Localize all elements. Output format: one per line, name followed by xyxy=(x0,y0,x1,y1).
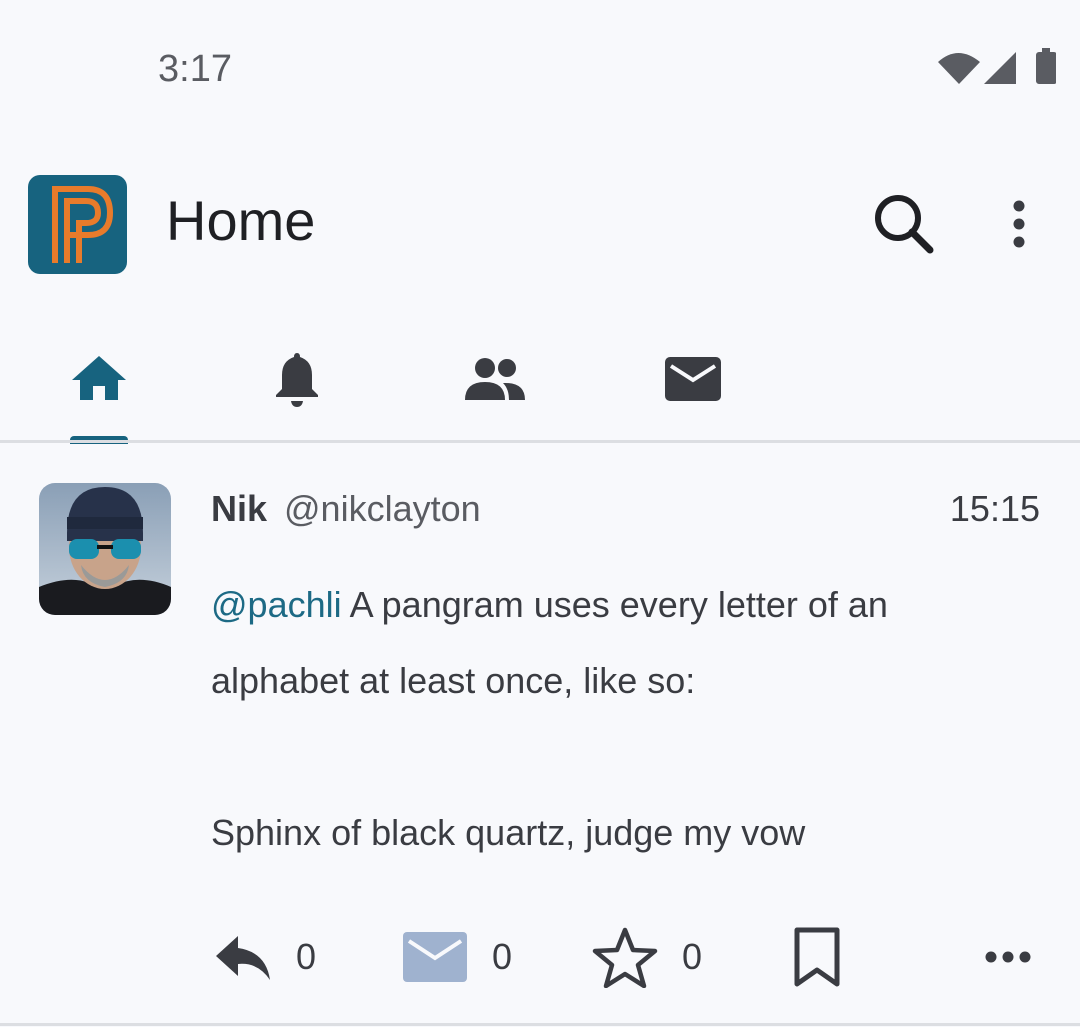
battery-icon xyxy=(1036,48,1057,84)
post-content-line-1: @pachli A pangram uses every letter of a… xyxy=(211,584,888,626)
tab-home[interactable] xyxy=(59,344,139,414)
home-icon xyxy=(72,356,126,400)
page-title: Home xyxy=(166,189,316,252)
tab-people[interactable] xyxy=(455,344,535,414)
mail-icon xyxy=(665,357,721,401)
post-timestamp: 15:15 xyxy=(949,488,1040,529)
signal-icon xyxy=(984,52,1016,84)
people-icon xyxy=(465,358,525,400)
bell-icon xyxy=(276,353,318,407)
post-content-line-2: alphabet at least once, like so: xyxy=(211,660,696,701)
mention-link[interactable]: @pachli xyxy=(211,584,342,625)
reply-count: 0 xyxy=(296,936,317,977)
favourite-count: 0 xyxy=(682,936,703,977)
post-username[interactable]: @nikclayton xyxy=(284,488,481,530)
direct-message-button[interactable]: 0 xyxy=(402,925,512,989)
status-bar-icons xyxy=(936,48,1057,88)
reply-icon xyxy=(216,936,270,980)
bookmark-icon xyxy=(794,927,840,987)
tab-divider xyxy=(0,440,1080,443)
more-vert-icon xyxy=(1013,200,1025,248)
search-icon xyxy=(875,195,934,254)
pachli-logo-icon xyxy=(52,186,114,263)
more-actions-button[interactable] xyxy=(983,925,1033,989)
app-logo xyxy=(28,175,127,274)
post-content-line-3: Sphinx of black quartz, judge my vow xyxy=(211,812,806,853)
bookmark-button[interactable] xyxy=(793,925,841,989)
dm-count: 0 xyxy=(492,936,513,977)
tab-notifications[interactable] xyxy=(257,344,337,414)
overflow-menu-button[interactable] xyxy=(996,196,1042,256)
avatar[interactable] xyxy=(39,483,171,615)
post-display-name[interactable]: Nik xyxy=(211,488,267,530)
reply-button[interactable]: 0 xyxy=(214,925,316,989)
post-divider xyxy=(0,1023,1080,1026)
status-bar-time: 3:17 xyxy=(158,48,232,90)
favourite-button[interactable]: 0 xyxy=(592,925,702,989)
search-button[interactable] xyxy=(868,190,938,260)
star-icon xyxy=(592,927,658,988)
post-text: A pangram uses every letter of an xyxy=(341,584,888,625)
mail-icon xyxy=(403,932,467,982)
wifi-icon xyxy=(938,53,980,84)
more-horiz-icon xyxy=(985,951,1031,963)
tab-direct-messages[interactable] xyxy=(653,344,733,414)
